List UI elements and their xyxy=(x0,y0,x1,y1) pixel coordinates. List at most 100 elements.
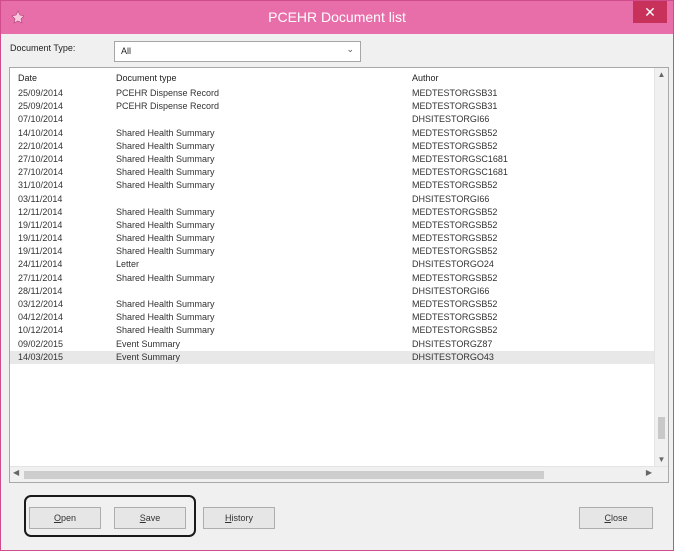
table-row[interactable]: 12/11/2014 Shared Health Summary MEDTESTOR… xyxy=(10,206,655,219)
table-row[interactable]: 27/10/2014 Shared Health Summary MEDTESTOR… xyxy=(10,153,655,166)
table-row[interactable]: 25/09/2014 PCEHR Dispense Record MEDTESTOR… xyxy=(10,100,655,113)
row-document-type: Event Summary xyxy=(116,351,181,362)
row-author: MEDTESTORGSB52 xyxy=(412,325,498,336)
chevron-down-icon: ⌄ xyxy=(346,44,354,54)
table-row[interactable]: 19/11/2014 Shared Health Summary MEDTESTOR… xyxy=(10,219,655,232)
document-type-select[interactable]: All ⌄ xyxy=(114,41,361,62)
row-document-type: Shared Health Summary xyxy=(116,299,215,309)
row-date: 19/11/2014 xyxy=(18,246,63,257)
table-row[interactable]: 22/10/2014 Shared Health Summary MEDTESTOR… xyxy=(10,140,655,153)
row-date: 19/11/2014 xyxy=(18,219,63,230)
row-date: 22/10/2014 xyxy=(18,140,64,151)
row-date: 25/09/2014 xyxy=(18,88,64,98)
row-date: 07/10/2014 xyxy=(18,114,64,125)
window-close-button[interactable]: ✕ xyxy=(633,1,667,23)
row-author: MEDTESTORGSC1681 xyxy=(412,153,508,164)
row-document-type: Letter xyxy=(116,259,140,270)
row-document-type: Shared Health Summary xyxy=(116,127,215,138)
row-date: 10/12/2014 xyxy=(18,325,64,336)
row-date: 24/11/2014 xyxy=(18,259,63,270)
table-row[interactable]: 03/11/2014 DHSITESTORGI66 xyxy=(10,193,655,206)
row-document-type: Shared Health Summary xyxy=(116,180,215,191)
row-date: 27/11/2014 xyxy=(18,272,63,283)
row-document-type: PCEHR Dispense Record xyxy=(116,101,220,112)
document-type-value: All xyxy=(121,46,132,56)
list-header: Date Document type Author xyxy=(10,68,655,87)
row-date: 31/10/2014 xyxy=(18,180,64,191)
row-date: 27/10/2014 xyxy=(18,153,64,164)
row-document-type: Shared Health Summary xyxy=(116,153,215,164)
table-row[interactable]: 14/03/2015 Event Summary DHSITESTORGO43 xyxy=(10,350,655,364)
row-author: MEDTESTORGSB31 xyxy=(412,101,498,112)
table-row[interactable]: 19/11/2014 Shared Health Summary MEDTESTOR… xyxy=(10,232,655,245)
row-date: 14/10/2014 xyxy=(18,127,64,138)
row-author: DHSITESTORGO43 xyxy=(412,351,494,362)
row-author: MEDTESTORGSB52 xyxy=(412,140,498,151)
row-date: 09/02/2015 xyxy=(18,338,64,349)
row-date: 14/03/2015 xyxy=(18,351,64,362)
table-row[interactable]: 14/10/2014 Shared Health Summary MEDTESTOR… xyxy=(10,127,655,140)
row-document-type: Shared Health Summary xyxy=(116,312,215,323)
row-document-type: Shared Health Summary xyxy=(116,272,215,283)
row-author: MEDTESTORGSB52 xyxy=(412,233,498,244)
horizontal-scrollbar[interactable]: ◀ ▶ xyxy=(10,466,668,482)
row-author: DHSITESTORGI66 xyxy=(412,285,490,296)
table-row[interactable]: 03/12/2014 Shared Health Summary MEDTESTOR… xyxy=(10,298,655,311)
table-row[interactable]: 24/11/2014 Letter DHSITESTORGO24 xyxy=(10,258,655,271)
row-author: MEDTESTORGSB31 xyxy=(412,88,498,98)
table-row[interactable]: 19/11/2014 Shared Health Summary MEDTESTOR… xyxy=(10,245,655,258)
table-row[interactable]: 27/10/2014 Shared Health Summary MEDTESTOR… xyxy=(10,166,655,179)
history-button[interactable]: History xyxy=(203,507,275,529)
row-author: MEDTESTORGSB52 xyxy=(412,246,498,257)
row-date: 03/12/2014 xyxy=(18,299,64,309)
row-author: MEDTESTORGSB52 xyxy=(412,312,498,323)
row-author: MEDTESTORGSC1681 xyxy=(412,167,508,178)
row-author: MEDTESTORGSB52 xyxy=(412,272,498,283)
row-author: MEDTESTORGSB52 xyxy=(412,206,498,217)
row-date: 04/12/2014 xyxy=(18,312,64,323)
column-header-author[interactable]: Author xyxy=(412,73,439,83)
row-document-type: Shared Health Summary xyxy=(116,167,215,178)
row-date: 25/09/2014 xyxy=(18,101,64,112)
close-button[interactable]: Close xyxy=(579,507,653,529)
row-document-type: Shared Health Summary xyxy=(116,325,215,336)
row-document-type: Shared Health Summary xyxy=(116,246,215,257)
document-list-window: PCEHR Document list ✕ Document Type: All… xyxy=(0,0,674,551)
scroll-down-icon[interactable]: ▼ xyxy=(655,455,668,464)
row-date: 28/11/2014 xyxy=(18,285,63,296)
row-author: MEDTESTORGSB52 xyxy=(412,299,498,309)
table-row[interactable]: 09/02/2015 Event Summary DHSITESTORGZ87 xyxy=(10,338,655,351)
row-author: MEDTESTORGSB52 xyxy=(412,180,498,191)
column-header-document-type[interactable]: Document type xyxy=(116,73,177,83)
row-document-type: PCEHR Dispense Record xyxy=(116,88,220,98)
table-row[interactable]: 10/12/2014 Shared Health Summary MEDTESTOR… xyxy=(10,324,655,337)
close-button-label: lose xyxy=(610,513,628,523)
vertical-scroll-thumb[interactable] xyxy=(658,417,665,439)
document-list[interactable]: Date Document type Author 25/09/2014 PCEH… xyxy=(9,67,669,483)
window-title: PCEHR Document list xyxy=(268,9,406,25)
column-header-date[interactable]: Date xyxy=(18,73,37,83)
scroll-right-icon[interactable]: ▶ xyxy=(646,468,652,477)
vertical-scrollbar[interactable]: ▲ ▼ xyxy=(654,68,668,466)
table-row[interactable]: 27/11/2014 Shared Health Summary MEDTESTOR… xyxy=(10,272,655,285)
row-document-type: Shared Health Summary xyxy=(116,140,215,151)
row-date: 19/11/2014 xyxy=(18,233,63,244)
callout-highlight xyxy=(24,495,196,537)
table-row[interactable]: 28/11/2014 DHSITESTORGI66 xyxy=(10,285,655,298)
table-row[interactable]: 25/09/2014 PCEHR Dispense Record MEDTESTOR… xyxy=(10,87,655,100)
scroll-up-icon[interactable]: ▲ xyxy=(655,70,668,79)
table-row[interactable]: 07/10/2014 DHSITESTORGI66 xyxy=(10,113,655,126)
row-document-type: Shared Health Summary xyxy=(116,219,215,230)
history-button-label: istory xyxy=(231,513,253,523)
row-date: 03/11/2014 xyxy=(18,193,63,204)
row-author: MEDTESTORGSB52 xyxy=(412,219,498,230)
table-row[interactable]: 31/10/2014 Shared Health Summary MEDTESTOR… xyxy=(10,179,655,192)
row-author: DHSITESTORGI66 xyxy=(412,193,490,204)
horizontal-scroll-thumb[interactable] xyxy=(24,471,544,479)
table-row[interactable]: 04/12/2014 Shared Health Summary MEDTESTOR… xyxy=(10,311,655,324)
scroll-left-icon[interactable]: ◀ xyxy=(13,468,19,477)
row-date: 12/11/2014 xyxy=(18,206,63,217)
row-document-type: Event Summary xyxy=(116,338,181,349)
title-bar: PCEHR Document list ✕ xyxy=(1,1,673,34)
row-document-type: Shared Health Summary xyxy=(116,233,215,244)
